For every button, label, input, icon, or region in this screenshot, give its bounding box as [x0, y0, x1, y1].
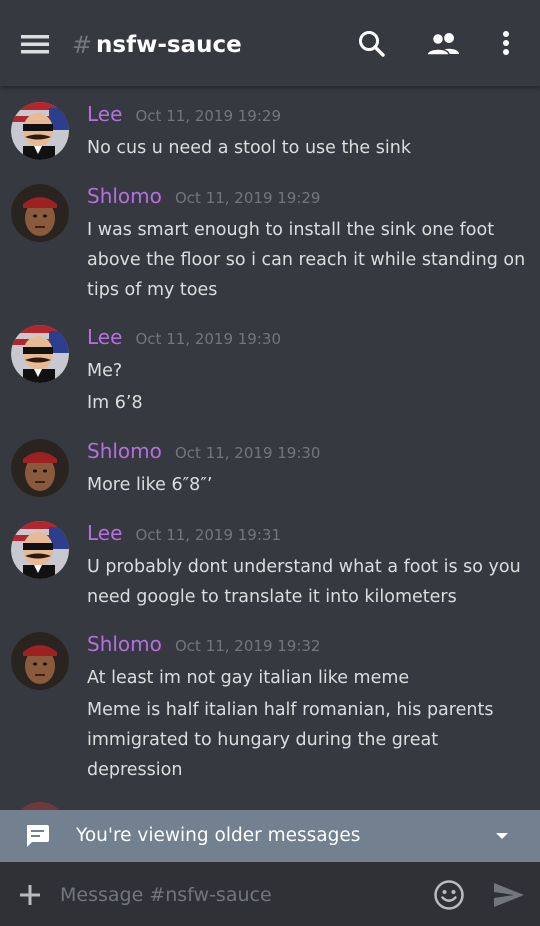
avatar-partial [11, 802, 69, 810]
author-name[interactable]: Lee [87, 102, 122, 126]
chat-bubble-icon [24, 823, 50, 849]
message-text: need google to translate it into kilomet… [87, 587, 457, 607]
older-messages-label: You're viewing older messages [76, 825, 361, 846]
send-icon[interactable] [492, 879, 526, 911]
message-text: tips of my toes [87, 280, 218, 300]
message-text: At least im not gay italian like meme [87, 668, 410, 688]
timestamp: Oct 11, 2019 19:31 [135, 526, 282, 544]
author-name[interactable]: Shlomo [87, 184, 162, 208]
channel-title: nsfw-sauce [96, 32, 242, 58]
timestamp: Oct 11, 2019 19:32 [174, 637, 321, 655]
timestamp: Oct 11, 2019 19:29 [174, 189, 321, 207]
message-text: Me? [87, 361, 123, 381]
menu-icon[interactable] [18, 28, 54, 60]
message-text: depression [87, 760, 183, 780]
author-name[interactable]: Shlomo [87, 632, 162, 656]
timestamp: Oct 11, 2019 19:30 [174, 444, 321, 462]
older-messages-bar[interactable]: You're viewing older messages [0, 810, 540, 862]
more-vertical-icon[interactable] [494, 26, 518, 62]
chevron-down-icon[interactable] [492, 826, 512, 846]
avatar-shlomo[interactable] [11, 632, 69, 690]
search-icon[interactable] [354, 26, 390, 62]
members-icon[interactable] [424, 26, 464, 62]
message-composer [0, 862, 540, 926]
author-name[interactable]: Shlomo [87, 439, 162, 463]
message-list[interactable]: Lee Oct 11, 2019 19:29 No cus u need a s… [0, 86, 540, 810]
message-input[interactable] [60, 880, 420, 910]
channel-header: # nsfw-sauce [0, 0, 540, 86]
message-text: No cus u need a stool to use the sink [87, 138, 411, 158]
avatar-shlomo[interactable] [11, 439, 69, 497]
author-name[interactable]: Lee [87, 325, 122, 349]
timestamp: Oct 11, 2019 19:30 [135, 330, 282, 348]
add-attachment-icon[interactable] [14, 879, 46, 911]
timestamp: Oct 11, 2019 19:29 [135, 107, 282, 125]
avatar-lee[interactable] [11, 325, 69, 383]
message-text: Meme is half italian half romanian, his … [87, 700, 494, 720]
message-text: I was smart enough to install the sink o… [87, 220, 495, 240]
message-text: Im 6’8 [87, 393, 143, 413]
message-text: More like 6″8″’ [87, 475, 213, 495]
author-name[interactable]: Lee [87, 521, 122, 545]
channel-hash: # [72, 31, 93, 59]
message-text: above the floor so i can reach it while … [87, 250, 526, 270]
message-text: U probably dont understand what a foot i… [87, 557, 521, 577]
avatar-lee[interactable] [11, 521, 69, 579]
avatar-lee[interactable] [11, 102, 69, 160]
message-text: immigrated to hungary during the great [87, 730, 439, 750]
emoji-icon[interactable] [432, 878, 466, 912]
avatar-shlomo[interactable] [11, 184, 69, 242]
